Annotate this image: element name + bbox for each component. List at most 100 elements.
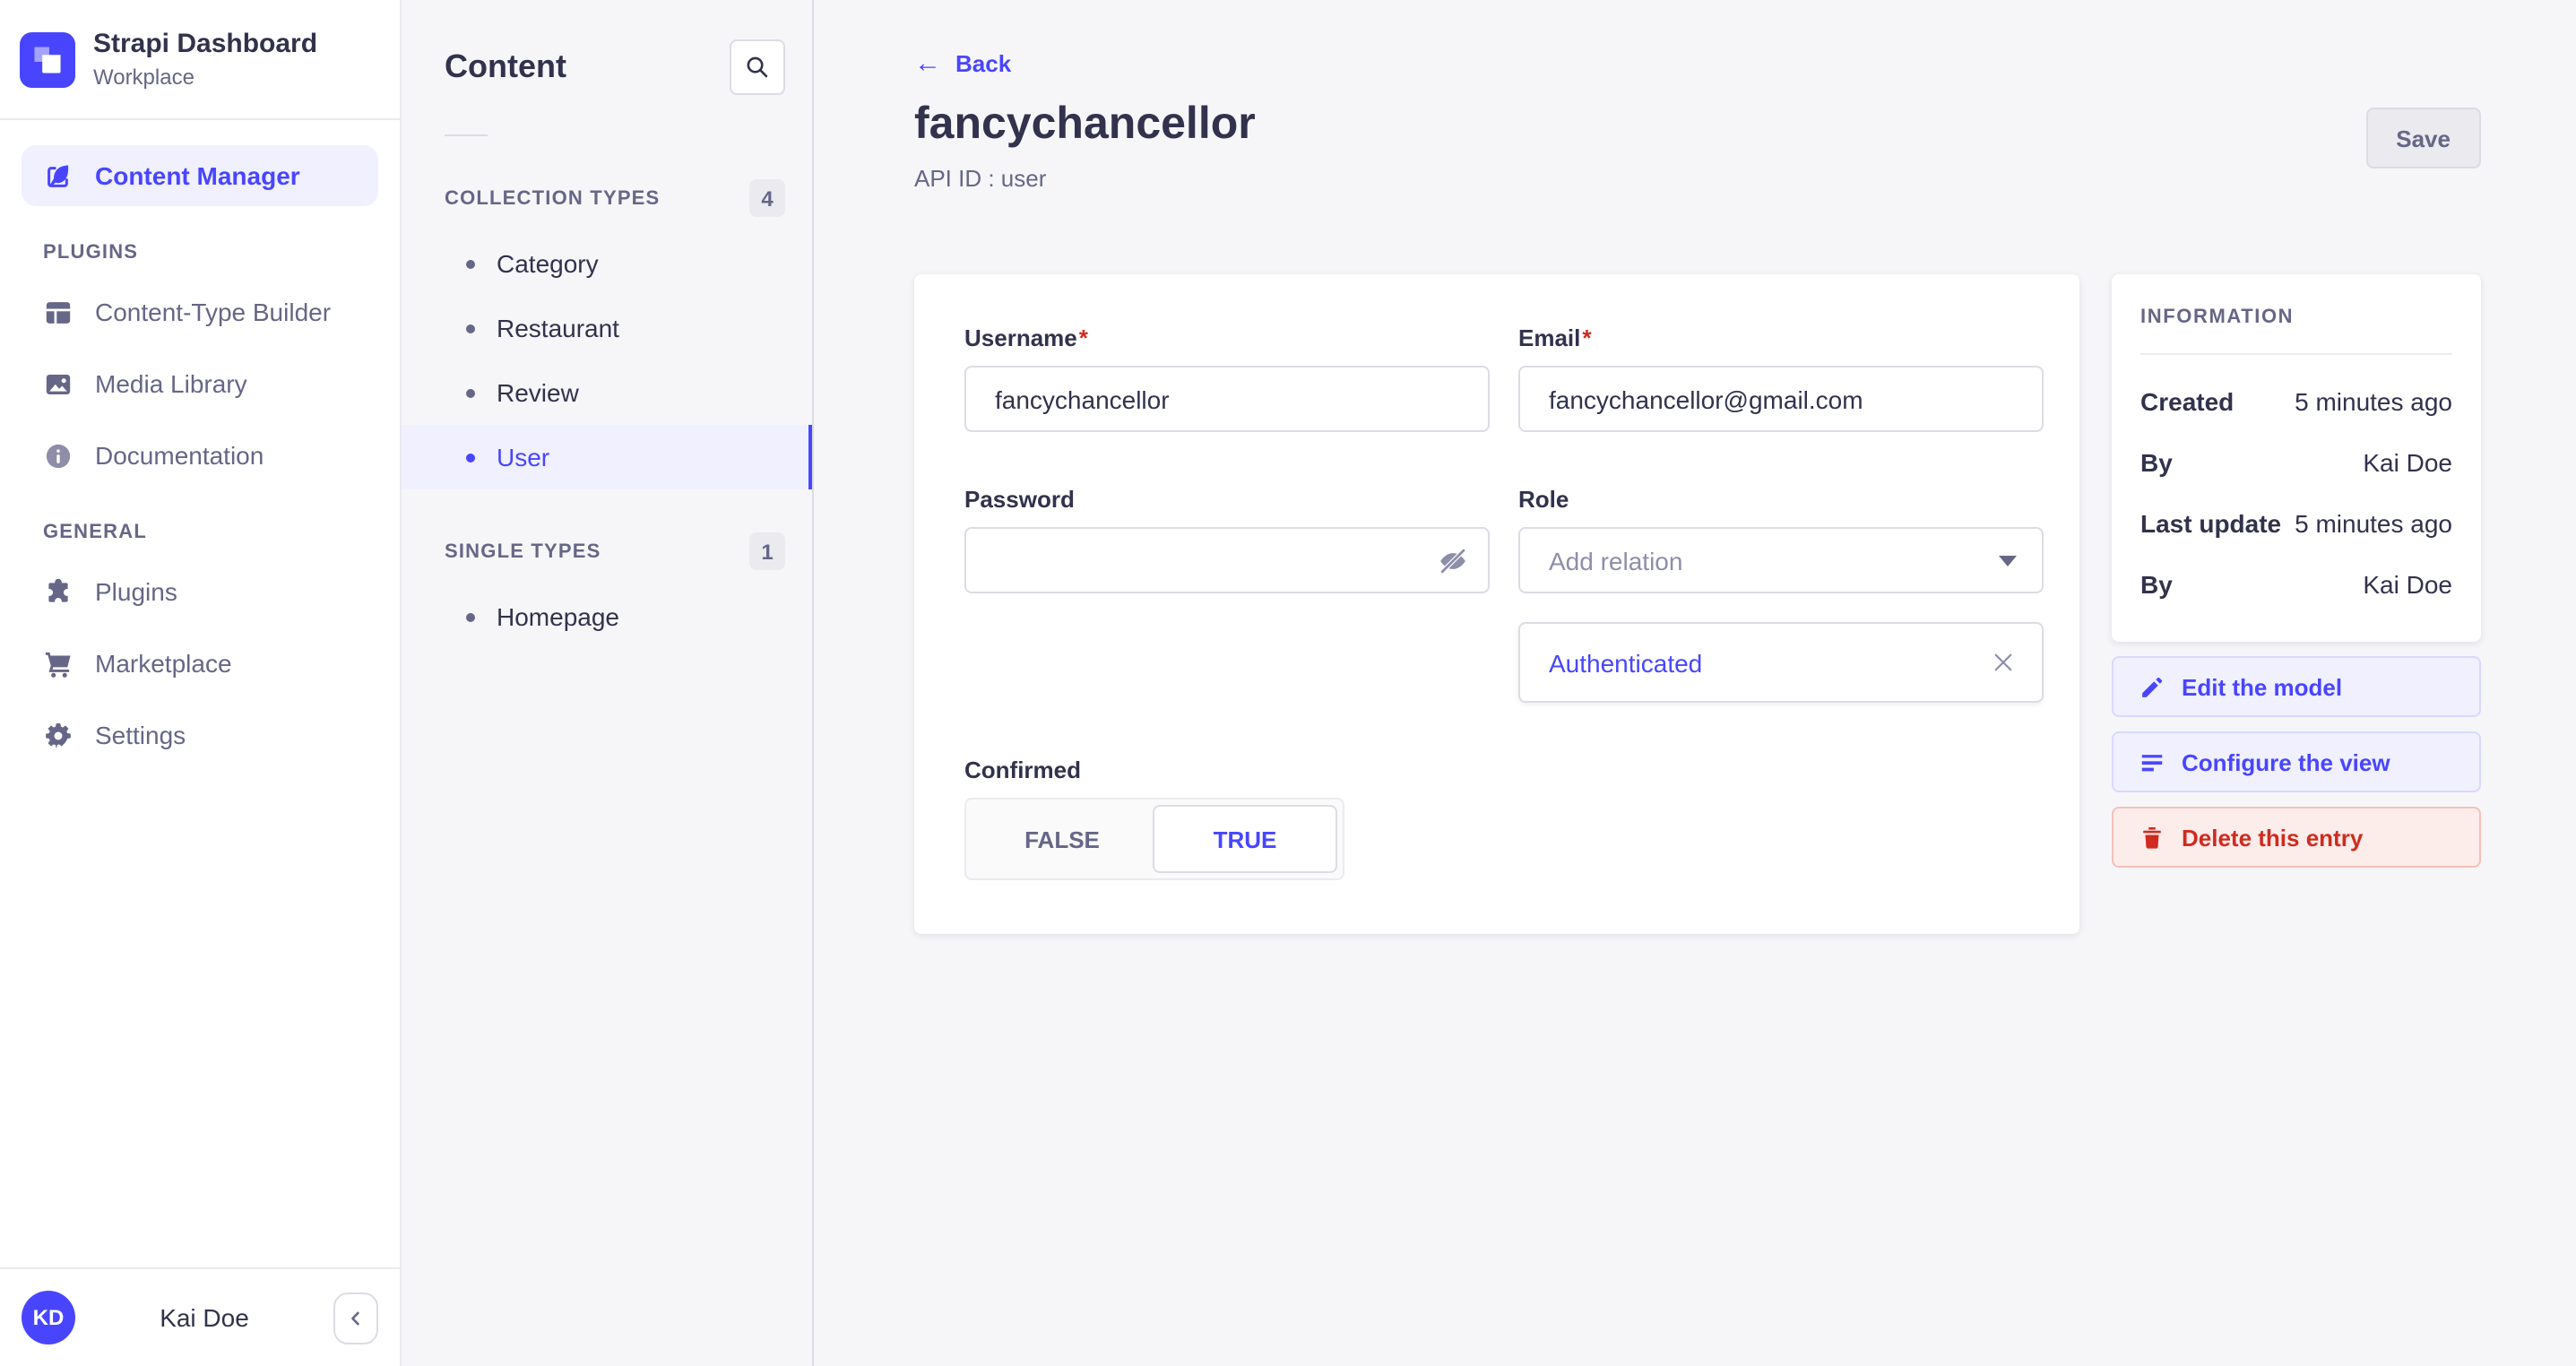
edit-model-button[interactable]: Edit the model: [2112, 656, 2481, 717]
chevron-down-icon: [1999, 555, 2017, 566]
form-grid: Username* Email* Password: [964, 324, 2044, 880]
group-title: COLLECTION TYPES: [445, 187, 660, 209]
email-label: Email*: [1518, 324, 2044, 351]
information-card: INFORMATION Created 5 minutes ago By Kai…: [2112, 274, 2481, 642]
back-label: Back: [955, 50, 1011, 77]
confirmed-true-option[interactable]: TRUE: [1153, 805, 1337, 873]
brand[interactable]: Strapi Dashboard Workplace: [0, 0, 400, 118]
chevron-left-icon: [344, 1306, 367, 1329]
nav-section-general-title: GENERAL: [43, 522, 378, 543]
back-link[interactable]: ← Back: [914, 50, 1011, 77]
save-button[interactable]: Save: [2365, 108, 2481, 169]
entry-form-card: Username* Email* Password: [914, 274, 2079, 934]
info-row-last-update: Last update 5 minutes ago: [2140, 509, 2452, 538]
puzzle-icon: [43, 576, 73, 607]
user-avatar[interactable]: KD: [22, 1291, 75, 1344]
bullet-dot-icon: [466, 324, 475, 333]
page-header: fancychancellor API ID : user Save: [914, 99, 2481, 192]
content-subnav: Content COLLECTION TYPES 4 Category Rest…: [402, 0, 814, 1366]
username-field: Username*: [964, 324, 1490, 432]
required-asterisk: *: [1582, 324, 1591, 351]
info-row-created-by: By Kai Doe: [2140, 448, 2452, 477]
nav-section-plugins-title: PLUGINS: [43, 242, 378, 264]
nav-item-marketplace[interactable]: Marketplace: [22, 633, 378, 694]
back-arrow-icon: ←: [914, 50, 941, 77]
confirmed-label: Confirmed: [964, 756, 1490, 783]
username-input[interactable]: [964, 366, 1490, 432]
subnav-item-restaurant[interactable]: Restaurant: [402, 296, 812, 360]
info-row-created: Created 5 minutes ago: [2140, 387, 2452, 416]
username-label: Username*: [964, 324, 1490, 351]
email-field: Email*: [1518, 324, 2044, 432]
subnav-item-label: User: [497, 443, 549, 471]
nav-item-label: Marketplace: [95, 649, 232, 678]
single-types-header: SINGLE TYPES 1: [445, 532, 785, 570]
app-title: Strapi Dashboard: [93, 29, 317, 61]
group-title: SINGLE TYPES: [445, 540, 601, 562]
delete-entry-button[interactable]: Delete this entry: [2112, 807, 2481, 868]
email-input[interactable]: [1518, 366, 2044, 432]
role-relation-chip: Authenticated: [1518, 622, 2044, 703]
workspace-name: Workplace: [93, 65, 317, 90]
collection-types-header: COLLECTION TYPES 4: [445, 179, 785, 217]
confirmed-toggle: FALSE TRUE: [964, 798, 1344, 880]
strapi-app: Strapi Dashboard Workplace Content Manag…: [0, 0, 2576, 1366]
subnav-header: Content: [402, 0, 812, 120]
search-icon: [744, 54, 771, 81]
nav-item-documentation[interactable]: Documentation: [22, 425, 378, 486]
search-button[interactable]: [730, 39, 785, 95]
subnav-title: Content: [445, 48, 566, 86]
nav-item-media-library[interactable]: Media Library: [22, 353, 378, 414]
subnav-item-label: Restaurant: [497, 314, 619, 342]
nav-footer: KD Kai Doe: [0, 1267, 400, 1366]
configure-view-button[interactable]: Configure the view: [2112, 731, 2481, 792]
api-id-subtitle: API ID : user: [914, 165, 1256, 192]
strapi-logo-icon: [20, 31, 75, 87]
role-field: Role Add relation Authenticated: [1518, 486, 2044, 703]
layout-grid-icon: [43, 297, 73, 327]
feather-pen-icon: [43, 160, 73, 191]
role-label: Role: [1518, 486, 2044, 513]
nav-item-settings[interactable]: Settings: [22, 705, 378, 765]
page-title: fancychancellor: [914, 99, 1256, 151]
eye-off-icon[interactable]: [1438, 545, 1468, 575]
subnav-item-category[interactable]: Category: [402, 231, 812, 296]
nav-item-label: Plugins: [95, 577, 177, 606]
image-icon: [43, 368, 73, 399]
align-lines-icon: [2139, 748, 2165, 775]
nav-item-label: Content Manager: [95, 161, 300, 190]
collection-types-count-badge: 4: [749, 179, 785, 217]
brand-text: Strapi Dashboard Workplace: [93, 29, 317, 90]
nav-item-plugins[interactable]: Plugins: [22, 561, 378, 622]
subnav-item-homepage[interactable]: Homepage: [402, 584, 812, 649]
subnav-item-review[interactable]: Review: [402, 360, 812, 425]
single-types-count-badge: 1: [749, 532, 785, 570]
page-title-block: fancychancellor API ID : user: [914, 99, 1256, 192]
nav-item-content-manager[interactable]: Content Manager: [22, 145, 378, 206]
cart-icon: [43, 648, 73, 679]
main-content: ← Back fancychancellor API ID : user Sav…: [814, 0, 2576, 1366]
password-input[interactable]: [964, 527, 1490, 593]
role-select[interactable]: Add relation: [1518, 527, 2044, 593]
role-placeholder: Add relation: [1549, 546, 1682, 575]
gear-icon: [43, 720, 73, 750]
user-name: Kai Doe: [75, 1303, 333, 1332]
information-divider: [2140, 353, 2452, 355]
nav-item-content-type-builder[interactable]: Content-Type Builder: [22, 281, 378, 342]
sidebar-collapse-button[interactable]: [333, 1292, 378, 1344]
bullet-dot-icon: [466, 612, 475, 621]
relation-link[interactable]: Authenticated: [1549, 648, 1702, 677]
nav-item-label: Settings: [95, 721, 186, 749]
main-sidebar: Strapi Dashboard Workplace Content Manag…: [0, 0, 402, 1366]
confirmed-field: Confirmed FALSE TRUE: [964, 756, 1490, 880]
subnav-item-user[interactable]: User: [402, 425, 812, 489]
pencil-icon: [2139, 673, 2165, 700]
confirmed-false-option[interactable]: FALSE: [972, 805, 1153, 873]
subnav-item-label: Homepage: [497, 602, 619, 631]
nav-item-label: Documentation: [95, 441, 264, 470]
close-x-icon[interactable]: [1990, 649, 2017, 676]
trash-icon: [2139, 824, 2165, 851]
info-circle-icon: [43, 440, 73, 471]
nav-body: Content Manager PLUGINS Content-Type Bui…: [0, 120, 400, 1267]
content-row: Username* Email* Password: [914, 274, 2481, 934]
